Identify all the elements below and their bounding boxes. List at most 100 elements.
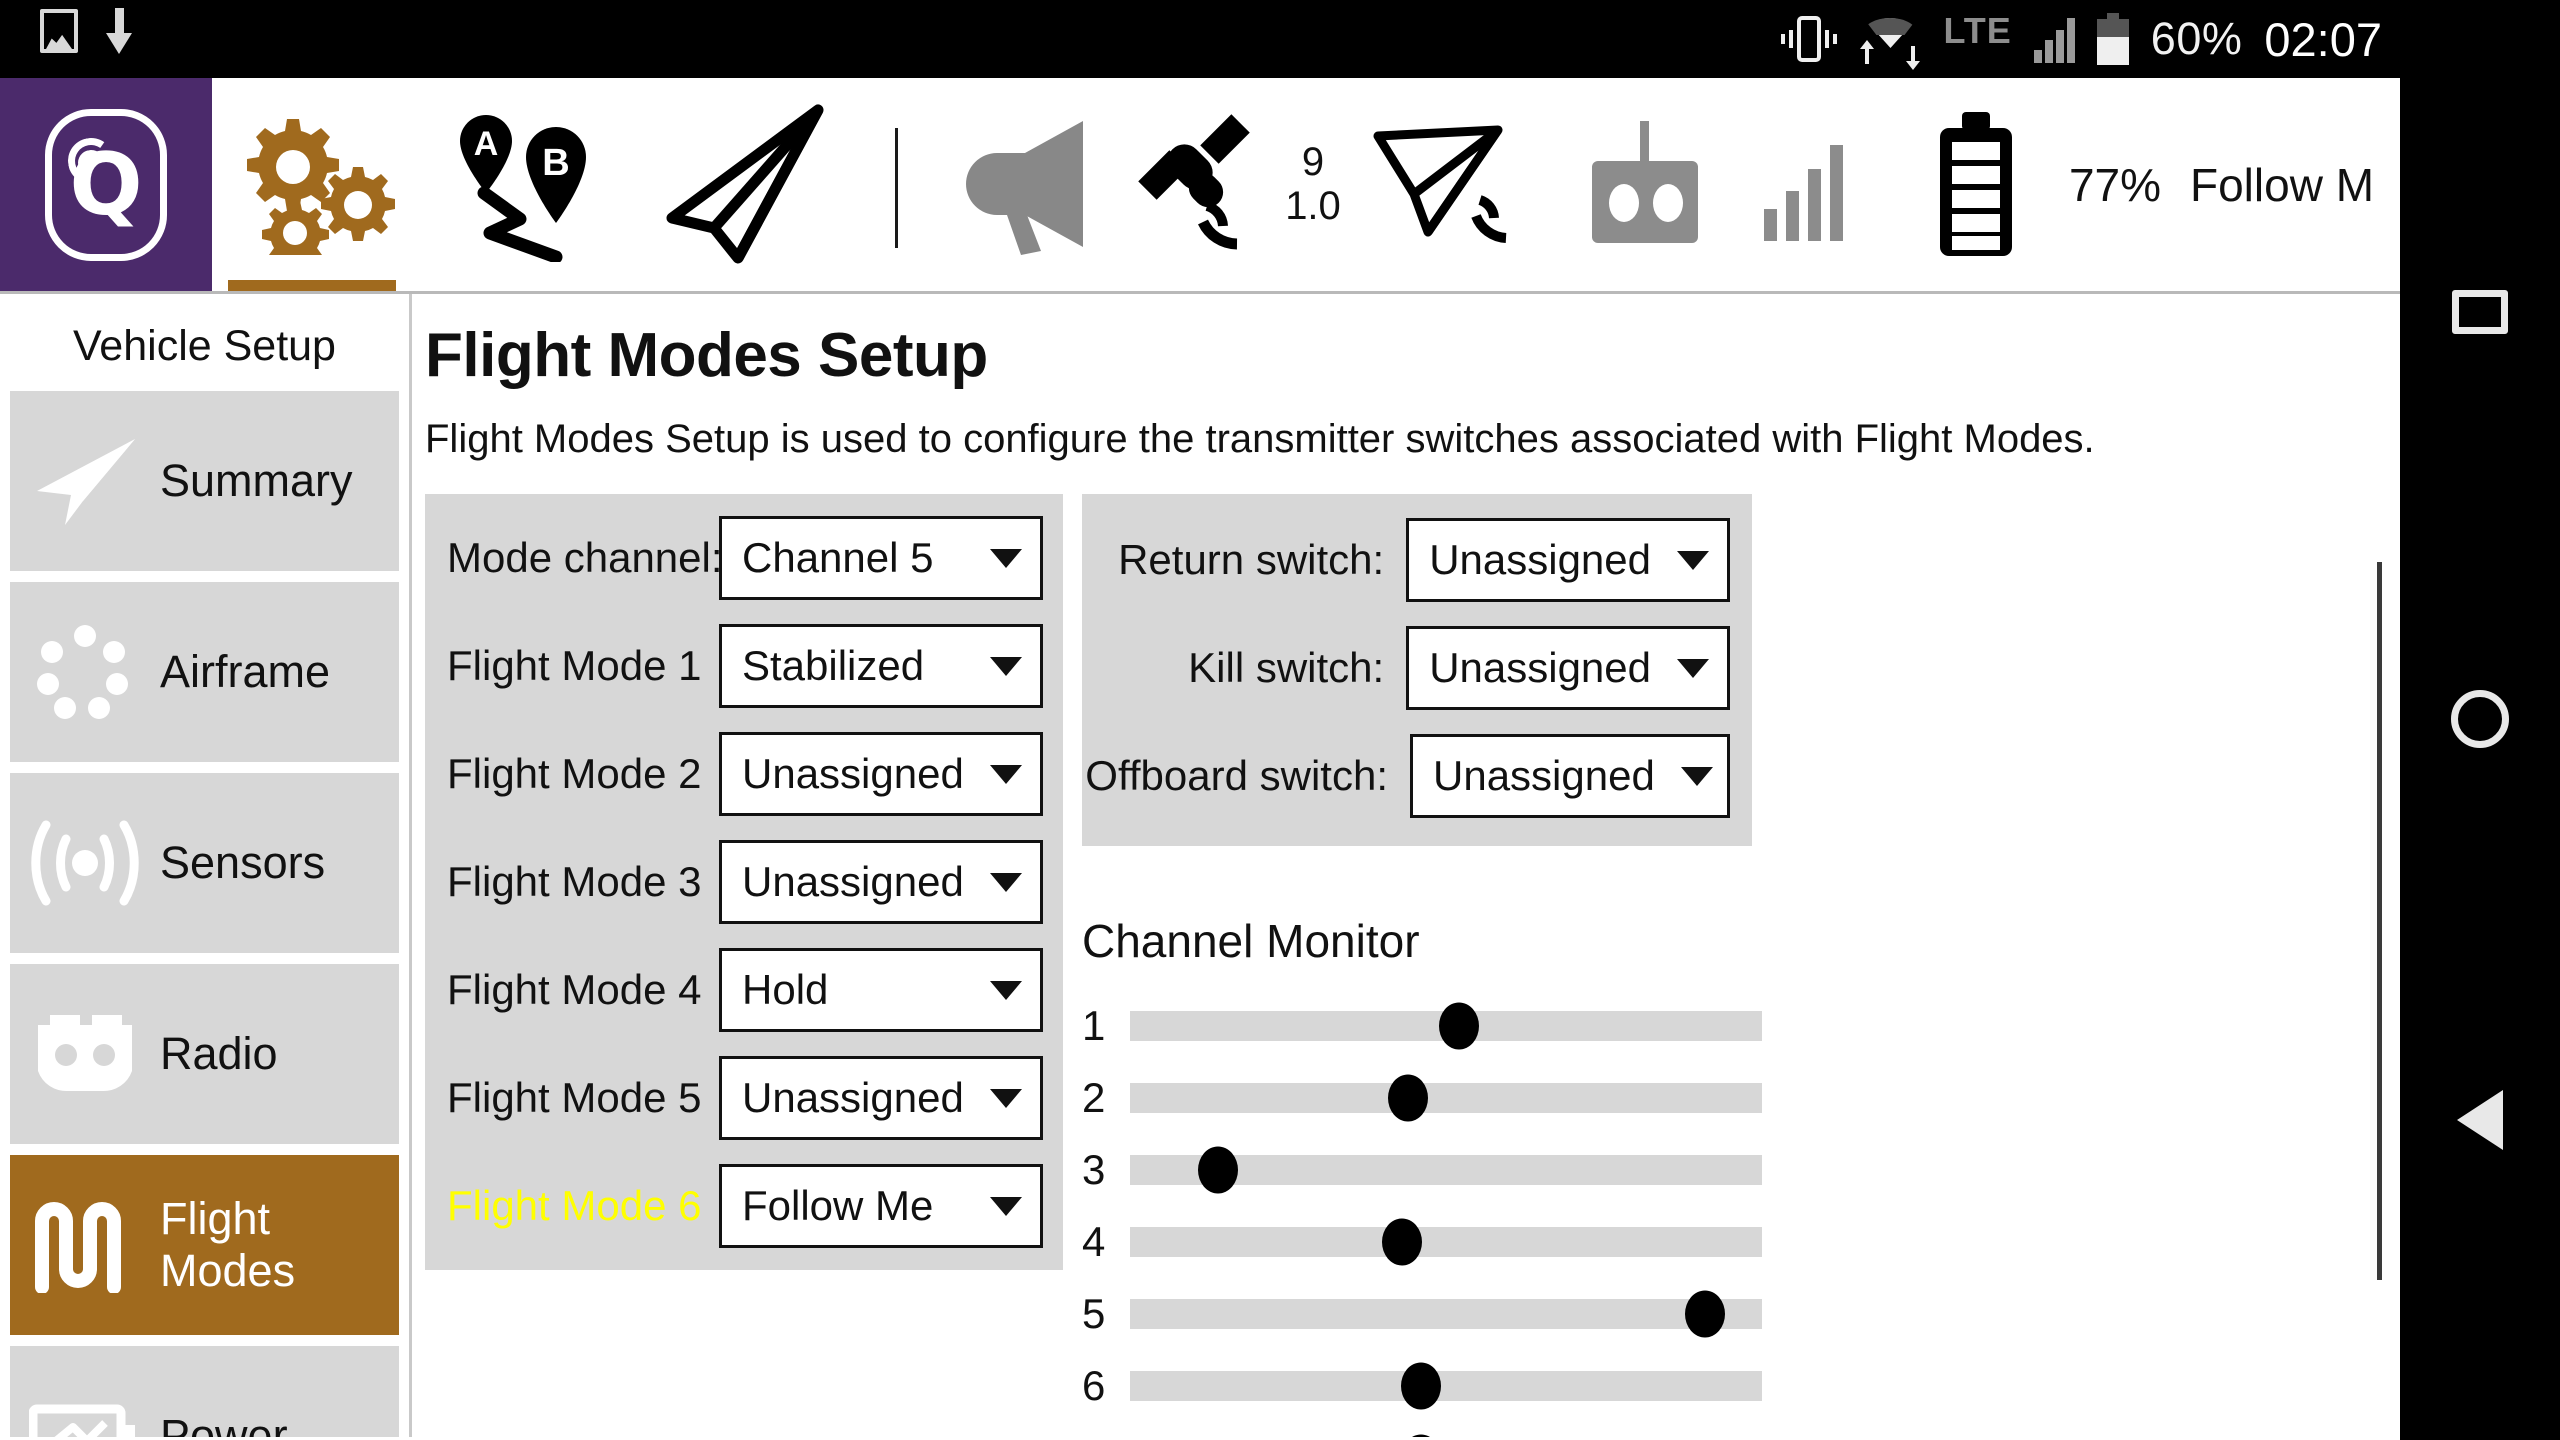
channel-track (1130, 1074, 1762, 1122)
toolbar-indicator-rc[interactable] (1555, 78, 1735, 291)
flight-mode-row: Flight Mode 3 Unassigned (447, 840, 1043, 924)
toolbar-indicator-battery[interactable] (1895, 78, 2055, 291)
airframe-dots-icon (10, 624, 160, 720)
android-status-bar: LTE 60% 02:07 (0, 0, 2400, 78)
sidebar-list: Summary Airframe Sensors Radio Flight Mo… (0, 391, 409, 1437)
page-description: Flight Modes Setup is used to configure … (425, 417, 2095, 461)
recents-square-icon[interactable] (2452, 290, 2508, 334)
toolbar-flight-mode-selector[interactable]: Follow M (2190, 78, 2420, 291)
channel-value-indicator (1685, 1290, 1726, 1338)
flight-mode-row: Flight Mode 1 Stabilized (447, 624, 1043, 708)
setup-main-content: Flight Modes Setup Flight Modes Setup is… (415, 294, 2400, 1437)
toolbar-indicator-messages[interactable] (940, 78, 1120, 291)
mode-channel-label: Mode channel: (447, 534, 723, 581)
flight-mode-3-dropdown[interactable]: Unassigned (719, 840, 1043, 924)
mode-channel-dropdown[interactable]: Channel 5 (719, 516, 1043, 600)
toolbar-indicator-gps[interactable]: 9 1.0 (1120, 78, 1350, 291)
app-toolbar: Q A B 9 1.0 77% Follow M (0, 78, 2400, 294)
kill-switch-dropdown[interactable]: Unassigned (1406, 626, 1730, 710)
qgc-logo-icon: Q (45, 108, 167, 261)
setup-sidebar: Vehicle Setup Summary Airframe Sensors R… (0, 294, 412, 1437)
toolbar-button-plan[interactable]: A B (426, 78, 626, 291)
flight-modes-icon (10, 1197, 160, 1293)
flight-mode-4-value: Hold (742, 966, 829, 1013)
channel-number: 5 (1082, 1290, 1106, 1337)
flight-mode-row: Flight Mode 2 Unassigned (447, 732, 1043, 816)
flight-mode-1-value: Stabilized (742, 642, 925, 689)
chevron-down-icon (1680, 766, 1713, 786)
sensors-waves-icon (10, 813, 160, 913)
return-switch-label: Return switch: (1118, 536, 1385, 583)
channel-row: 4 (1082, 1206, 1762, 1278)
flight-mode-6-dropdown[interactable]: Follow Me (719, 1164, 1043, 1248)
vehicle-link-icon (1373, 125, 1507, 243)
channel-row: 5 (1082, 1278, 1762, 1350)
sidebar-item-flight-modes[interactable]: Flight Modes (10, 1155, 399, 1335)
flight-mode-2-label: Flight Mode 2 (447, 750, 702, 797)
channel-row: 1 (1082, 990, 1762, 1062)
channel-monitor-rows: 1 2 3 4 5 6 7 (1082, 990, 1762, 1437)
flight-mode-5-label: Flight Mode 5 (447, 1074, 702, 1121)
channel-value-indicator (1438, 1002, 1479, 1050)
battery-percent-label: 77% (2068, 158, 2162, 211)
channel-number: 4 (1082, 1218, 1106, 1265)
home-circle-icon[interactable] (2451, 690, 2509, 748)
offboard-switch-dropdown[interactable]: Unassigned (1410, 734, 1730, 818)
channel-track (1130, 1218, 1762, 1266)
chevron-down-icon (990, 1196, 1022, 1216)
flight-mode-3-value: Unassigned (742, 858, 964, 905)
sidebar-item-label: Flight Modes (160, 1193, 296, 1296)
sidebar-item-radio[interactable]: Radio (10, 964, 399, 1144)
channel-row: 3 (1082, 1134, 1762, 1206)
toolbar-button-fly[interactable] (640, 78, 850, 291)
channel-number: 7 (1082, 1434, 1130, 1437)
battery-icon (2096, 13, 2129, 65)
channel-row: 7 (1082, 1422, 1762, 1437)
flight-mode-6-value: Follow Me (742, 1182, 934, 1229)
flight-mode-4-dropdown[interactable]: Hold (719, 948, 1043, 1032)
channel-number: 6 (1082, 1362, 1106, 1409)
status-left-icons (40, 8, 132, 54)
toolbar-indicator-rssi[interactable] (1735, 78, 1895, 291)
flight-mode-row: Flight Mode 5 Unassigned (447, 1056, 1043, 1140)
battery-icon (1939, 111, 2012, 256)
sidebar-item-sensors[interactable]: Sensors (10, 773, 399, 953)
gps-sat-count: 9 (1301, 140, 1325, 185)
chevron-down-icon (990, 872, 1022, 892)
channel-number: 3 (1082, 1146, 1106, 1193)
paper-plane-icon (666, 104, 823, 264)
chevron-down-icon (990, 656, 1022, 676)
offboard-switch-label: Offboard switch: (1085, 752, 1388, 799)
return-switch-value: Unassigned (1429, 536, 1651, 583)
sidebar-item-summary[interactable]: Summary (10, 391, 399, 571)
vertical-scrollbar[interactable] (2377, 562, 2382, 1280)
page-title: Flight Modes Setup (425, 321, 988, 390)
sidebar-item-airframe[interactable]: Airframe (10, 582, 399, 762)
flight-mode-2-dropdown[interactable]: Unassigned (719, 732, 1043, 816)
channel-value-indicator (1400, 1362, 1441, 1410)
rc-controller-icon (1592, 120, 1698, 243)
flight-mode-1-dropdown[interactable]: Stabilized (719, 624, 1043, 708)
sidebar-item-power[interactable]: Power (10, 1346, 399, 1437)
flight-mode-5-value: Unassigned (742, 1074, 964, 1121)
switches-panel: Return switch: Unassigned Kill switch: U… (1082, 494, 1752, 846)
toolbar-button-settings[interactable] (212, 78, 412, 291)
back-triangle-icon[interactable] (2457, 1090, 2503, 1150)
mode-channel-value: Channel 5 (742, 534, 934, 581)
offboard-switch-row: Offboard switch: Unassigned (1085, 734, 1730, 818)
app-logo-button[interactable]: Q (0, 78, 212, 291)
android-nav-bar (2400, 0, 2560, 1440)
power-battery-icon (10, 1401, 160, 1437)
signal-icon (2033, 15, 2075, 63)
toolbar-indicator-telemetry[interactable] (1350, 78, 1550, 291)
battery-percent-label: 60% (2150, 13, 2243, 64)
channel-monitor: Channel Monitor 1 2 3 4 5 6 7 (1082, 914, 1762, 1437)
return-switch-row: Return switch: Unassigned (1104, 518, 1730, 602)
setup-body: Vehicle Setup Summary Airframe Sensors R… (0, 294, 2400, 1437)
channel-row: 2 (1082, 1062, 1762, 1134)
kill-switch-label: Kill switch: (1188, 644, 1385, 691)
flight-mode-5-dropdown[interactable]: Unassigned (719, 1056, 1043, 1140)
channel-value-indicator (1388, 1074, 1429, 1122)
return-switch-dropdown[interactable]: Unassigned (1406, 518, 1730, 602)
rc-controller-icon (10, 1011, 160, 1097)
